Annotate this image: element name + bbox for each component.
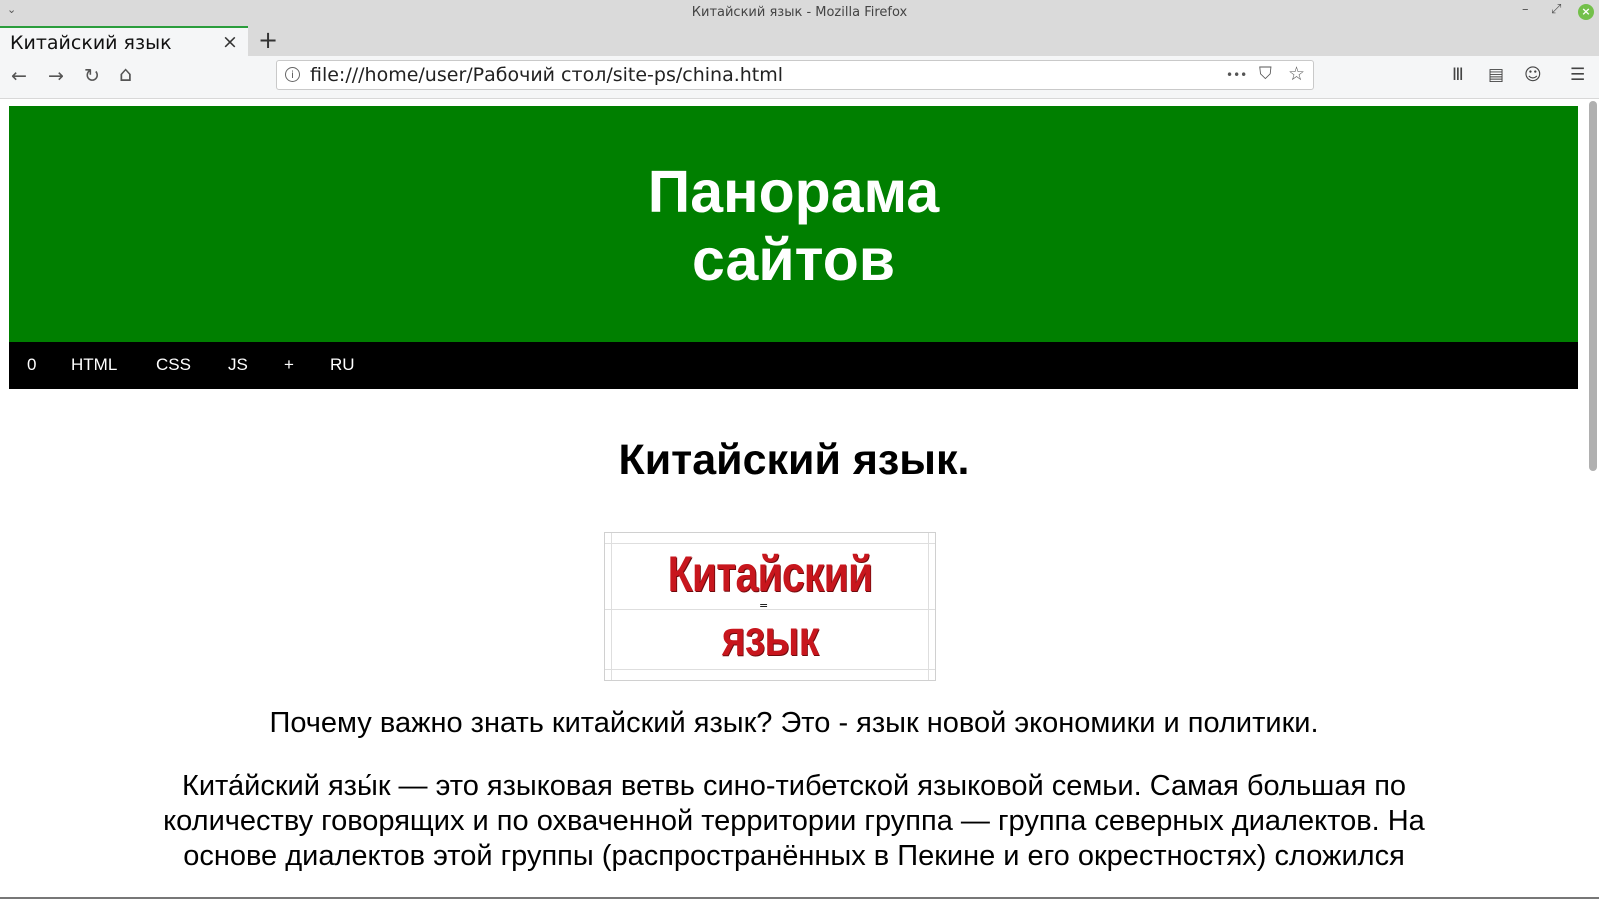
reload-icon[interactable]: ↻: [84, 65, 100, 87]
body-line: Кита́йский язы́к — это языковая ветвь си…: [181, 770, 1407, 802]
nav-link-ru[interactable]: RU: [330, 355, 355, 375]
url-text[interactable]: file:///home/user/Рабочий стол/site-ps/c…: [310, 64, 783, 86]
minimize-icon[interactable]: –: [1522, 2, 1529, 17]
nav-link-html[interactable]: HTML: [71, 355, 117, 375]
page-actions-icon[interactable]: •••: [1226, 68, 1247, 82]
nav-link-0[interactable]: 0: [27, 355, 36, 375]
pocket-icon[interactable]: ⛉: [1259, 64, 1272, 84]
site-title: Панорама сайтов: [9, 158, 1578, 294]
back-icon[interactable]: ←: [11, 65, 27, 87]
page-viewport: Панорама сайтов 0 HTML CSS JS + RU Китай…: [0, 99, 1599, 899]
body-line: основе диалектов этой группы (распростра…: [183, 840, 1405, 872]
body-line: количеству говорящих и по охваченной тер…: [163, 805, 1425, 837]
site-nav: 0 HTML CSS JS + RU: [9, 342, 1578, 389]
hamburger-menu-icon[interactable]: ☰: [1570, 65, 1585, 85]
tab-close-icon[interactable]: ×: [222, 31, 238, 53]
site-info-icon[interactable]: i: [285, 67, 300, 82]
site-title-line2: сайтов: [691, 227, 896, 293]
home-icon[interactable]: ⌂: [119, 63, 132, 85]
tab-label: Китайский язык: [10, 32, 172, 54]
tab-chinese-language[interactable]: Китайский язык ×: [0, 26, 248, 56]
account-icon[interactable]: ☺: [1524, 65, 1542, 85]
new-tab-icon[interactable]: +: [258, 26, 278, 54]
chinese-language-logo: Китайский = язык: [604, 532, 936, 681]
navigation-toolbar: ← → ↻ ⌂ i file:///home/user/Рабочий стол…: [0, 56, 1599, 99]
logo-line2: язык: [721, 610, 819, 666]
body-paragraph: Кита́йский язы́к — это языковая ветвь си…: [58, 769, 1530, 874]
site-header: Панорама сайтов: [9, 106, 1578, 342]
logo-line1: Китайский: [667, 546, 873, 602]
nav-link-plus[interactable]: +: [284, 355, 294, 375]
library-icon[interactable]: Ⅲ: [1452, 65, 1464, 85]
forward-icon[interactable]: →: [48, 65, 64, 87]
window-close-icon[interactable]: ×: [1578, 4, 1594, 20]
intro-paragraph: Почему важно знать китайский язык? Это -…: [269, 707, 1319, 739]
window-title: Китайский язык - Mozilla Firefox: [691, 5, 908, 20]
page-scrollbar[interactable]: [1589, 101, 1597, 471]
sidebar-icon[interactable]: ▤: [1488, 65, 1504, 85]
url-bar[interactable]: i file:///home/user/Рабочий стол/site-ps…: [276, 60, 1314, 90]
window-titlebar: ⌄ Китайский язык - Mozilla Firefox – ⤢ ×: [0, 0, 1599, 27]
tab-strip: Китайский язык × +: [0, 26, 1599, 56]
nav-link-css[interactable]: CSS: [156, 355, 191, 375]
bookmark-star-icon[interactable]: ☆: [1288, 63, 1305, 85]
site-title-line1: Панорама: [647, 159, 940, 225]
maximize-icon[interactable]: ⤢: [1551, 2, 1561, 17]
page-heading: Китайский язык.: [618, 436, 970, 484]
nav-link-js[interactable]: JS: [228, 355, 248, 375]
